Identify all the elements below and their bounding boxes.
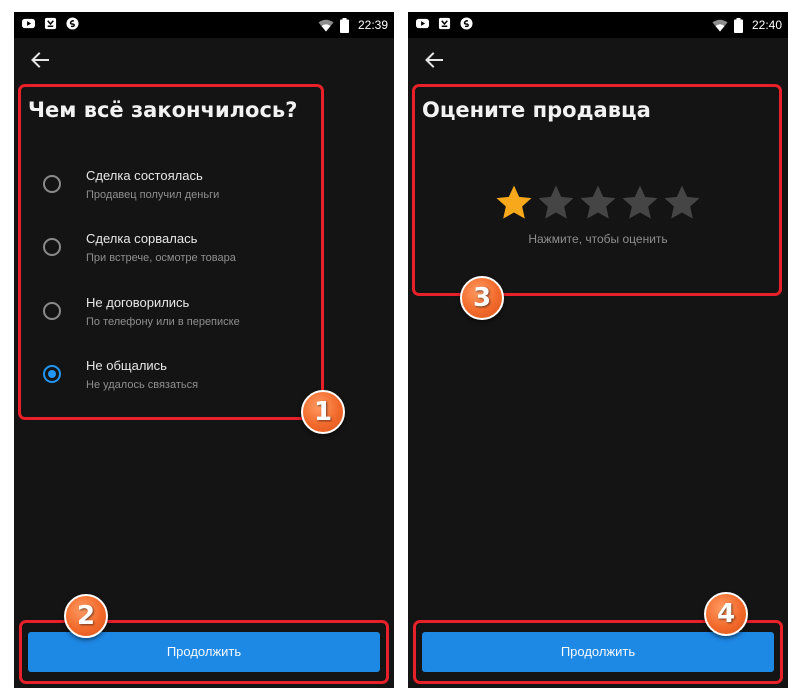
battery-icon (339, 17, 349, 33)
battery-icon (733, 17, 743, 33)
back-arrow-icon[interactable] (28, 48, 52, 72)
app-notification-icon (438, 17, 451, 30)
status-time: 22:40 (751, 18, 782, 32)
right-screen: 22:40 Оцените продавца Нажмите, чтобы оц… (408, 12, 788, 688)
wifi-icon (318, 19, 334, 31)
annotation-badge-2: 2 (64, 594, 108, 638)
status-time: 22:39 (357, 18, 388, 32)
back-arrow-icon[interactable] (422, 48, 446, 72)
status-bar: 22:40 (408, 12, 788, 38)
left-screen: 22:39 Чем всё закончилось? Сделка состоя… (14, 12, 394, 688)
annotation-box-3 (412, 84, 782, 296)
youtube-icon (22, 18, 35, 29)
wifi-icon (712, 19, 728, 31)
annotation-box-1 (18, 84, 324, 420)
shazam-icon (66, 17, 79, 30)
annotation-badge-3: 3 (460, 276, 504, 320)
annotation-badge-4: 4 (704, 592, 748, 636)
app-notification-icon (44, 17, 57, 30)
youtube-icon (416, 18, 429, 29)
status-bar: 22:39 (14, 12, 394, 38)
annotation-badge-1: 1 (301, 390, 345, 434)
shazam-icon (460, 17, 473, 30)
